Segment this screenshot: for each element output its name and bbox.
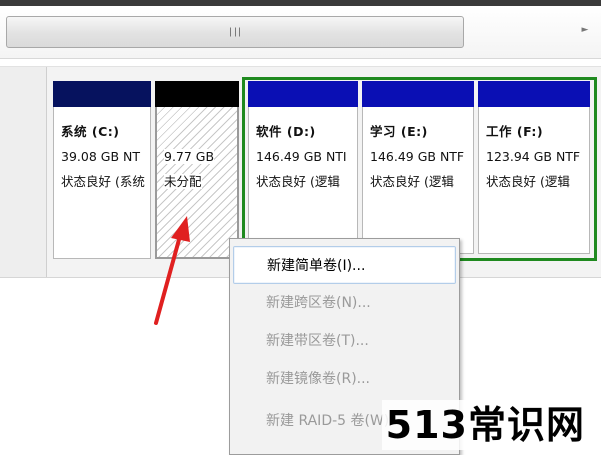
partition-d-status: 状态良好 (逻辑 [256,174,340,189]
partition-f-status: 状态良好 (逻辑 [486,174,570,189]
partition-d-header [248,81,358,107]
menu-item-new-mirrored-volume[interactable]: 新建镜像卷(R)... [233,360,456,398]
partition-c-name: 系统 (C:) [61,124,120,139]
partition-unallocated-header [155,81,239,107]
partition-c[interactable]: 系统 (C:) 39.08 GB NT 状态良好 (系统 [53,81,151,259]
horizontal-scrollbar[interactable]: ► [0,6,601,59]
partition-d-name: 软件 (D:) [256,124,316,139]
partition-f-header [478,81,590,107]
partition-unallocated-status: 未分配 [164,174,202,189]
grip-lines-icon [230,27,240,37]
scrollbar-thumb[interactable] [6,16,464,48]
partition-f[interactable]: 工作 (F:) 123.94 GB NTF 状态良好 (逻辑 [478,81,590,254]
partition-f-name: 工作 (F:) [486,124,544,139]
partition-unallocated-size: 9.77 GB [164,149,215,164]
partition-d-size: 146.49 GB NTI [256,149,347,164]
partition-c-status: 状态良好 (系统 [61,174,145,189]
chevron-right-icon[interactable]: ► [577,22,593,38]
partition-e-status: 状态良好 (逻辑 [370,174,454,189]
partition-d[interactable]: 软件 (D:) 146.49 GB NTI 状态良好 (逻辑 [248,81,358,254]
partition-c-size: 39.08 GB NT [61,149,140,164]
partition-unallocated[interactable]: 9.77 GB 未分配 [155,81,239,259]
watermark: 513常识网 [381,400,589,450]
partition-c-header [53,81,151,107]
partition-e-name: 学习 (E:) [370,124,428,139]
menu-item-new-spanned-volume[interactable]: 新建跨区卷(N)... [233,284,456,322]
partition-e-header [362,81,474,107]
partition-e[interactable]: 学习 (E:) 146.49 GB NTF 状态良好 (逻辑 [362,81,474,254]
menu-item-new-simple-volume[interactable]: 新建简单卷(I)... [233,246,456,284]
partition-e-size: 146.49 GB NTF [370,149,465,164]
disk-label-panel [0,67,47,277]
menu-item-new-striped-volume[interactable]: 新建带区卷(T)... [233,322,456,360]
partition-f-size: 123.94 GB NTF [486,149,581,164]
